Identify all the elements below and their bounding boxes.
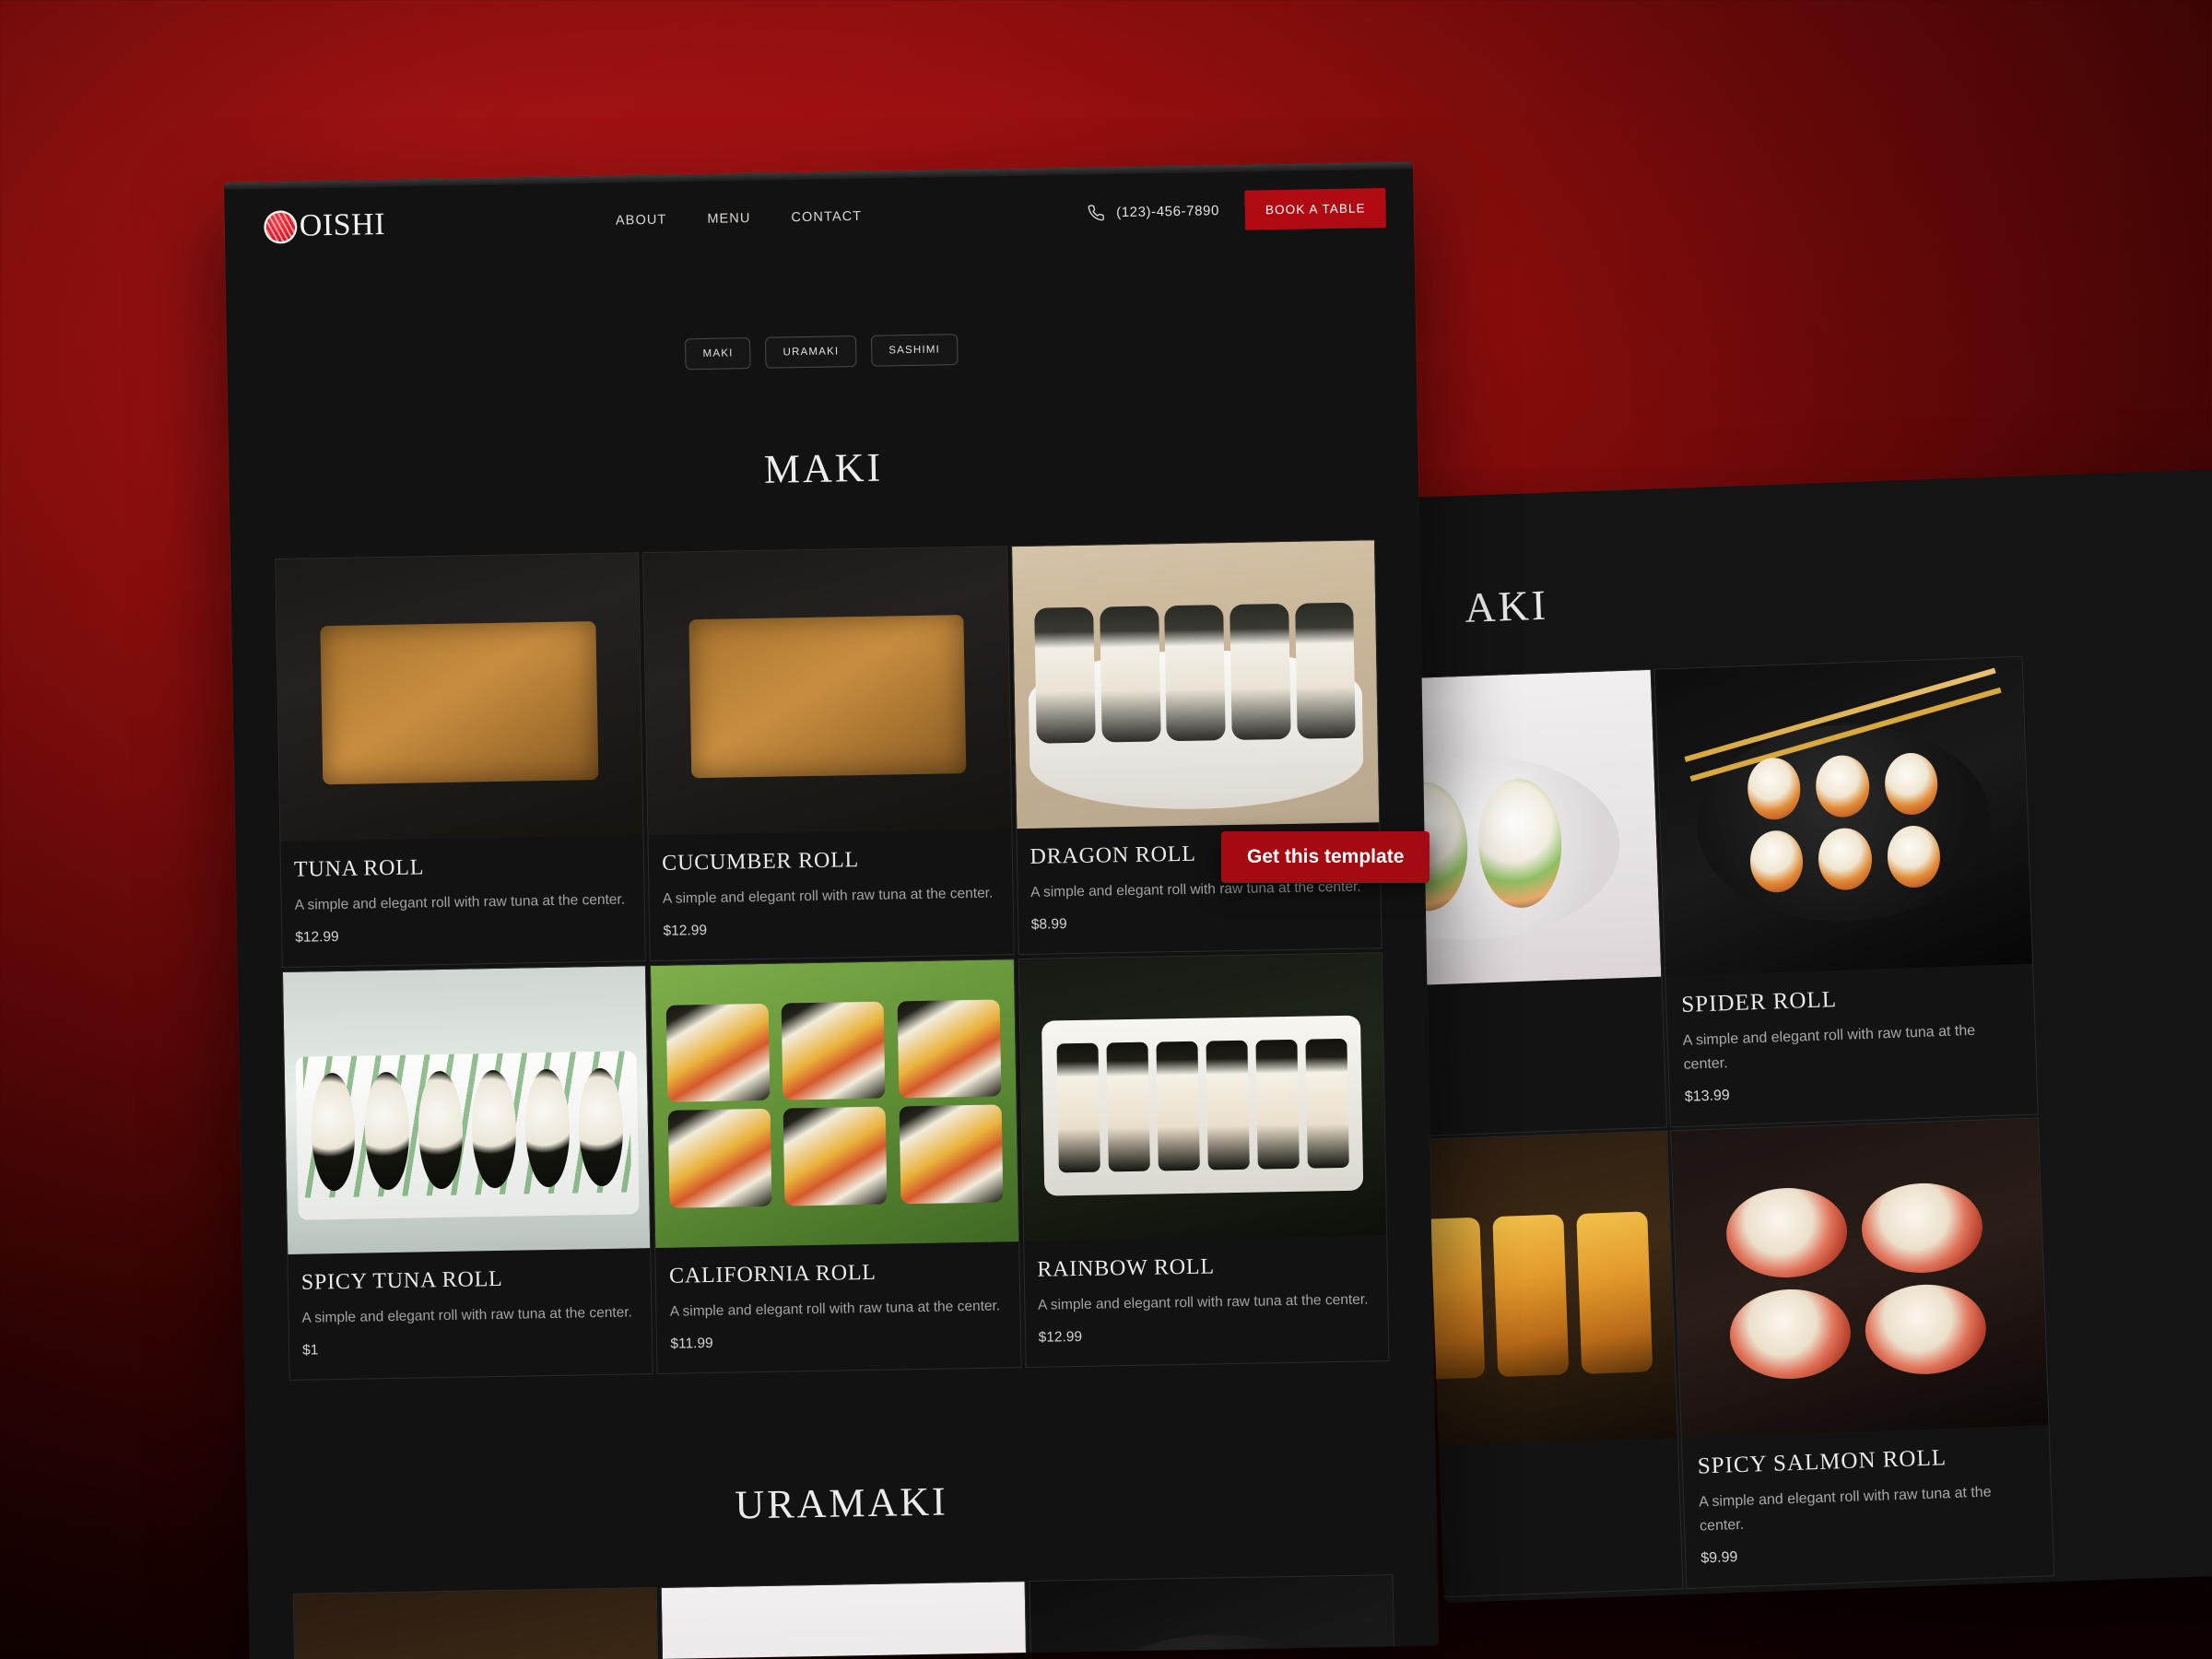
dish-photo: [282, 965, 651, 1254]
dish-name: [1406, 1455, 1663, 1467]
menu-card[interactable]: RAINBOW ROLL A simple and elegant roll w…: [1018, 951, 1390, 1368]
phone-icon: [1088, 204, 1105, 220]
dish-price: $13.99: [1684, 1087, 1731, 1105]
menu-card[interactable]: TUNA ROLL A simple and elegant roll with…: [275, 552, 647, 968]
dish-name: SPICY TUNA ROLL: [300, 1266, 503, 1295]
dish-description: A simple and elegant roll with raw tuna …: [301, 1304, 633, 1326]
maki-menu-grid: TUNA ROLL A simple and elegant roll with…: [275, 539, 1390, 1381]
nav-item-contact[interactable]: CONTACT: [791, 209, 862, 225]
logo-text: OISHI: [299, 206, 386, 243]
back-menu-grid: n raw tuna at the SPIDER ROLL A simple a…: [1406, 644, 2212, 1602]
sushi-circle-icon: [265, 212, 296, 241]
dish-name: [1406, 994, 1647, 1006]
dish-price: $11.99: [670, 1335, 713, 1352]
dish-name: CALIFORNIA ROLL: [668, 1260, 877, 1288]
background-browser-window[interactable]: AKI n raw tuna at the SPIDER ROLL A simp…: [1406, 459, 2212, 1604]
dish-description: A simple and elegant roll with raw tuna …: [669, 1298, 1001, 1320]
menu-card[interactable]: [660, 1580, 1031, 1659]
dish-photo: [1011, 540, 1380, 830]
dish-price: $8.99: [1030, 915, 1067, 933]
section-title-maki: MAKI: [763, 444, 884, 492]
dish-name: SPICY SALMON ROLL: [1697, 1444, 1947, 1479]
dish-name: SPIDER ROLL: [1680, 987, 1838, 1018]
back-menu-card[interactable]: SPIDER ROLL A simple and elegant roll wi…: [1653, 655, 2039, 1128]
dish-name: CUCUMBER ROLL: [662, 848, 860, 876]
filter-chip-uramaki[interactable]: URAMAKI: [765, 335, 857, 369]
dish-price: $12.99: [295, 928, 339, 946]
dish-photo: [1018, 953, 1387, 1241]
dish-price: $1: [301, 1342, 319, 1359]
dish-description: n raw tuna at the: [1406, 1005, 1648, 1041]
dish-description: A simple and elegant roll with raw tuna …: [1682, 1022, 1976, 1074]
dish-price: $12.99: [1038, 1328, 1083, 1346]
dish-photo: [1654, 656, 2033, 977]
dish-photo: [1406, 669, 1662, 990]
back-section-title: AKI: [1464, 581, 1549, 631]
filter-chip-sashimi[interactable]: SASHIMI: [871, 334, 959, 367]
dish-photo: [293, 1587, 662, 1659]
dish-photo: [276, 553, 643, 842]
menu-card[interactable]: DRAGON ROLL A simple and elegant roll wi…: [1010, 539, 1382, 955]
nav-item-about[interactable]: ABOUT: [616, 213, 667, 229]
main-navigation: ABOUT MENU CONTACT: [616, 209, 862, 229]
dish-photo: [1406, 1131, 1677, 1452]
dish-photo: [1030, 1574, 1397, 1659]
menu-card[interactable]: [292, 1586, 664, 1659]
uramaki-menu-grid: [292, 1573, 1399, 1659]
dish-description: A simple and elegant roll with raw tuna …: [662, 885, 994, 907]
menu-card[interactable]: CUCUMBER ROLL A simple and elegant roll …: [642, 546, 1015, 961]
menu-card[interactable]: SPICY TUNA ROLL A simple and elegant rol…: [281, 964, 653, 1381]
dish-photo: [662, 1581, 1030, 1659]
back-menu-card[interactable]: SPICY SALMON ROLL A simple and elegant r…: [1670, 1117, 2055, 1589]
section-title-uramaki: URAMAKI: [735, 1478, 949, 1528]
dish-name: RAINBOW ROLL: [1037, 1254, 1216, 1282]
dish-photo: [651, 959, 1018, 1248]
dish-price: [1406, 1041, 1649, 1053]
logo[interactable]: OISHI: [265, 206, 386, 244]
header-actions: (123)-456-7890 BOOK A TABLE: [1088, 187, 1387, 233]
dish-photo: [643, 547, 1012, 836]
book-a-table-button[interactable]: BOOK A TABLE: [1244, 187, 1387, 230]
filter-chip-maki[interactable]: MAKI: [685, 337, 751, 371]
dish-description: A simple and elegant roll with raw tuna …: [1698, 1484, 1992, 1535]
menu-card[interactable]: [1029, 1573, 1399, 1659]
phone-number: (123)-456-7890: [1115, 202, 1220, 220]
dish-name: TUNA ROLL: [293, 855, 425, 882]
dish-description: A simple and elegant roll with raw tuna …: [1037, 1291, 1369, 1313]
nav-item-menu[interactable]: MENU: [707, 211, 750, 227]
phone-link[interactable]: (123)-456-7890: [1088, 202, 1219, 221]
dish-description: n raw tuna at the: [1406, 1466, 1665, 1502]
back-menu-card[interactable]: n raw tuna at the: [1406, 1130, 1684, 1602]
menu-card[interactable]: CALIFORNIA ROLL A simple and elegant rol…: [650, 958, 1022, 1374]
dish-price: $12.99: [663, 922, 708, 939]
foreground-browser-window[interactable]: OISHI ABOUT MENU CONTACT (123)-456-7890 …: [224, 161, 1439, 1659]
dish-description: A simple and elegant roll with raw tuna …: [294, 891, 626, 913]
dish-price: [1406, 1501, 1665, 1513]
category-filter-bar: MAKI URAMAKI SASHIMI: [227, 325, 1416, 378]
back-menu-card[interactable]: n raw tuna at the: [1406, 668, 1668, 1141]
get-this-template-button[interactable]: Get this template: [1221, 831, 1430, 883]
dish-price: $9.99: [1700, 1548, 1738, 1567]
dish-photo: [1671, 1118, 2049, 1438]
